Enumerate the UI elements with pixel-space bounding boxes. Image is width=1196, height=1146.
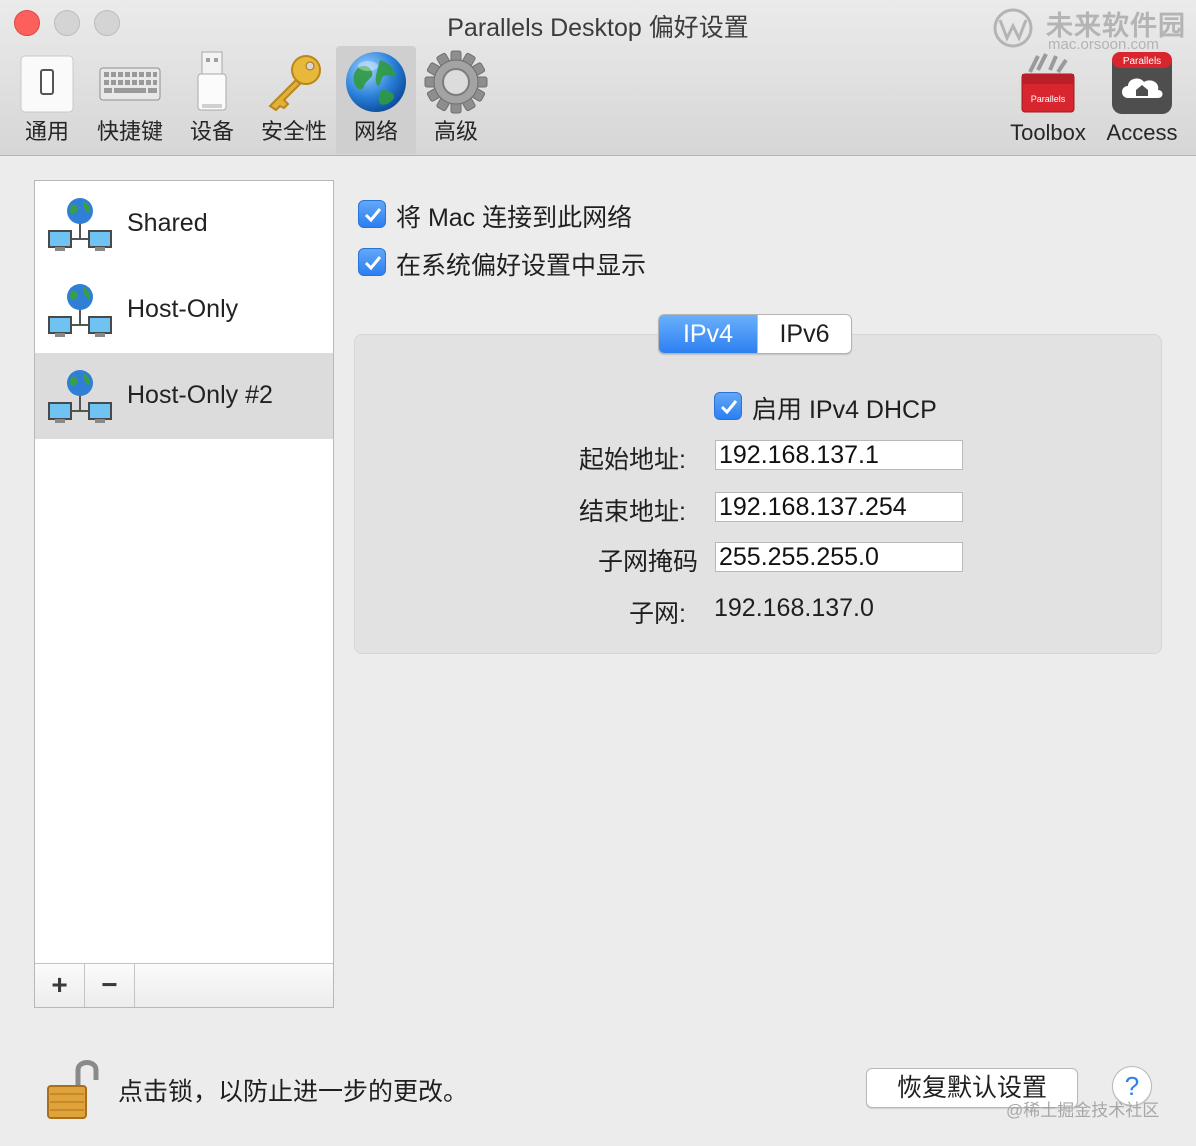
network-globe-icon [48, 198, 112, 251]
toolbar-tab-general[interactable]: 通用 [14, 46, 80, 154]
checkmark-icon [364, 208, 382, 223]
general-switch-icon [20, 55, 74, 113]
end-address-label: 结束地址: [579, 498, 686, 526]
start-address-input[interactable] [715, 440, 963, 470]
tab-ipv4[interactable]: IPv4 [659, 315, 757, 353]
connect-mac-checkbox[interactable] [358, 200, 386, 228]
watermark-logo-icon [993, 8, 1033, 48]
toolbar-label-general: 通用 [24, 119, 69, 144]
end-address-input[interactable] [715, 492, 963, 522]
globe-icon [346, 52, 406, 112]
connect-mac-label: 将 Mac 连接到此网络 [396, 204, 633, 232]
toolbar-label-access: Access [1106, 120, 1178, 145]
toolbar-access[interactable]: Parallels Access [1100, 46, 1184, 154]
toolbar-label-advanced: 高级 [433, 119, 478, 144]
checkmark-icon [720, 400, 738, 415]
network-list: Shared Host-Only Host-Only #2 + − [34, 180, 334, 1008]
subnet-value: 192.168.137.0 [714, 594, 874, 622]
network-label: Host-Only [127, 295, 239, 323]
key-icon [268, 55, 321, 112]
ip-version-tabs: IPv4 IPv6 [658, 314, 852, 354]
toolbar-label-toolbox: Toolbox [1010, 120, 1086, 145]
access-badge-text: Parallels [1123, 56, 1161, 67]
network-label: Host-Only #2 [127, 381, 273, 409]
credit-watermark: @稀土掘金技术社区 [1006, 1101, 1160, 1120]
toolbar-label-security: 安全性 [260, 119, 327, 144]
start-address-label: 起始地址: [579, 446, 686, 474]
usb-device-icon [197, 51, 227, 111]
list-footer: + − [35, 963, 333, 1007]
toolbar-tab-advanced[interactable]: 高级 [420, 46, 492, 154]
tab-ipv6[interactable]: IPv6 [757, 315, 851, 353]
network-item-host-only[interactable]: Host-Only [35, 267, 333, 353]
gear-icon [424, 50, 488, 114]
lock-message: 点击锁，以防止进一步的更改。 [118, 1078, 469, 1106]
access-icon: Parallels [1112, 52, 1172, 114]
toolbar-tab-shortcuts[interactable]: 快捷键 [92, 46, 168, 154]
show-in-prefs-label: 在系统偏好设置中显示 [396, 252, 647, 280]
toolbar-label-devices: 设备 [189, 119, 234, 144]
dhcp-label: 启用 IPv4 DHCP [752, 396, 937, 424]
subnet-mask-input[interactable] [715, 542, 963, 572]
toolbar-tab-devices[interactable]: 设备 [182, 46, 242, 154]
subnet-mask-label: 子网掩码 [597, 548, 698, 576]
show-in-prefs-option[interactable]: 在系统偏好设置中显示 [358, 246, 678, 280]
toolbar-toolbox[interactable]: Parallels Toolbox [1004, 46, 1092, 154]
network-globe-icon [48, 370, 112, 423]
subnet-label: 子网: [629, 600, 686, 628]
network-globe-icon [48, 284, 112, 337]
lock-icon[interactable] [44, 1058, 100, 1122]
show-in-prefs-checkbox[interactable] [358, 248, 386, 276]
toolbar-label-network: 网络 [353, 119, 398, 144]
toolbar-label-shortcuts: 快捷键 [96, 119, 163, 144]
add-network-button[interactable]: + [35, 964, 85, 1007]
toolbox-badge-text: Parallels [1031, 94, 1066, 104]
toolbar-tab-security[interactable]: 安全性 [256, 46, 332, 154]
remove-network-button[interactable]: − [85, 964, 135, 1007]
keyboard-icon [99, 67, 161, 101]
toolbar-tab-network[interactable]: 网络 [336, 46, 416, 154]
network-label: Shared [127, 209, 208, 237]
dhcp-checkbox[interactable] [714, 392, 742, 420]
network-item-host-only-2[interactable]: Host-Only #2 [35, 353, 333, 439]
window-toolbar: Parallels Desktop 偏好设置 通用 快捷键 设备 安全性 网络 … [0, 0, 1196, 156]
dhcp-option[interactable]: 启用 IPv4 DHCP [714, 390, 974, 424]
connect-mac-option[interactable]: 将 Mac 连接到此网络 [358, 198, 678, 232]
network-item-shared[interactable]: Shared [35, 181, 333, 267]
toolbox-icon: Parallels [1021, 53, 1075, 113]
checkmark-icon [364, 256, 382, 271]
